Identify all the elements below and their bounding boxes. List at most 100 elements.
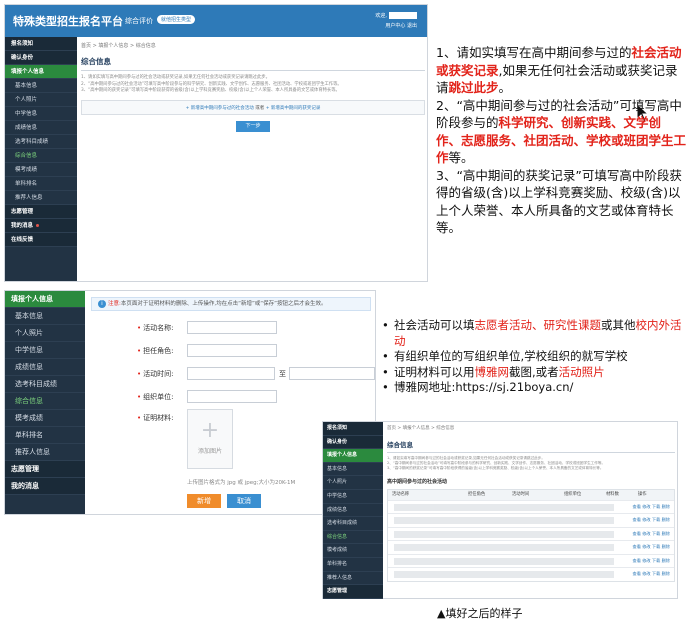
sidebar-item-mock[interactable]: 模考成绩 bbox=[323, 544, 383, 558]
sidebar-item-mock[interactable]: 模考成绩 bbox=[5, 410, 85, 427]
sidebar-item-messages[interactable]: 我的消息 bbox=[5, 219, 77, 233]
sidebar-item-grades[interactable]: 成绩信息 bbox=[5, 359, 85, 376]
explanation-3: 3、“高中期间的获奖记录”可填写高中阶段获得的省级(含)以上学科竞赛奖励、校级(… bbox=[436, 167, 682, 236]
explanation-1: 1、请如实填写在高中期间参与过的社会活动或获奖记录,如果无任何社会活动或获奖记录… bbox=[436, 45, 682, 95]
label-activity-name: • 活动名称: bbox=[137, 324, 174, 332]
notice-prefix: 注意: bbox=[108, 301, 121, 307]
cancel-button[interactable]: 取消 bbox=[227, 494, 261, 508]
sidebar-item-rank[interactable]: 单科排名 bbox=[5, 427, 85, 444]
or-text: 或者 bbox=[255, 105, 265, 111]
sidebar-item-referee[interactable]: 推荐人信息 bbox=[323, 572, 383, 586]
type-switch-pill[interactable]: 就他招生类型 bbox=[157, 15, 196, 24]
user-area: 欢迎, 用户中心 退出 bbox=[375, 11, 417, 31]
note-3: 3、“高中期间的获奖记录”可填写高中阶段获得的省级(含)以上学科竞赛奖励、校级(… bbox=[81, 88, 340, 93]
sidebar-item-elective[interactable]: 选考科目成绩 bbox=[5, 135, 77, 149]
sidebar-item-identity[interactable]: 确认身份 bbox=[323, 435, 383, 450]
username-box bbox=[389, 12, 417, 19]
sidebar-item-basic[interactable]: 基本信息 bbox=[5, 79, 77, 93]
sidebar-item-comprehensive[interactable]: 综合信息 bbox=[5, 149, 77, 163]
upload-hint: 上传图片格式为 jpg 或 jpeg;大小为20K-1M bbox=[187, 480, 296, 486]
breadcrumb: 首页 > 填报个人信息 > 综合信息 bbox=[387, 426, 455, 431]
add-award-link[interactable]: + 新增高中期间的获奖记录 bbox=[266, 106, 321, 111]
time-start-input[interactable] bbox=[187, 367, 275, 380]
sidebar-item-elective[interactable]: 选考科目成绩 bbox=[323, 517, 383, 531]
sidebar-item-referee[interactable]: 推荐人信息 bbox=[5, 444, 85, 461]
activity-name-input[interactable] bbox=[187, 321, 277, 334]
sidebar-item-photo[interactable]: 个人照片 bbox=[323, 476, 383, 490]
sidebar-item-volunteer[interactable]: 志愿管理 bbox=[323, 585, 383, 599]
label-role: • 担任角色: bbox=[137, 347, 174, 355]
sidebar-item-elective[interactable]: 选考科目成绩 bbox=[5, 376, 85, 393]
table-row: 查看 修改 下载 删除 bbox=[388, 526, 674, 541]
sidebar-item-rank[interactable]: 单科排名 bbox=[323, 558, 383, 572]
sidebar-item-personal-info[interactable]: 填报个人信息 bbox=[5, 65, 77, 79]
sidebar-item-guide[interactable]: 报名须知 bbox=[5, 37, 77, 51]
label-time: • 活动时间: bbox=[137, 370, 174, 378]
top-bar: 特殊类型招生报名平台 综合评价 就他招生类型 欢迎, 用户中心 退出 bbox=[5, 5, 427, 37]
explanation-2: 2、“高中期间参与过的社会活动”可填写高中阶段参与的科学研究、创新实践、文学创作… bbox=[436, 97, 687, 166]
filled-example-screenshot: 报名须知 确认身份 填报个人信息 基本信息 个人照片 中学信息 成绩信息 选考科… bbox=[322, 421, 678, 599]
unread-dot-icon bbox=[36, 224, 40, 227]
org-input[interactable] bbox=[187, 390, 277, 403]
sidebar-item-school[interactable]: 中学信息 bbox=[5, 107, 77, 121]
role-input[interactable] bbox=[187, 344, 277, 357]
sidebar-item-comprehensive[interactable]: 综合信息 bbox=[323, 531, 383, 545]
form-screenshot: 填报个人信息 基本信息 个人照片 中学信息 成绩信息 选考科目成绩 综合信息 模… bbox=[4, 290, 376, 515]
upload-image-button[interactable]: + 添加图片 bbox=[187, 409, 233, 469]
table-title: 高中期间参与过的社会活动 bbox=[387, 478, 448, 485]
sidebar-item-identity[interactable]: 确认身份 bbox=[5, 51, 77, 65]
welcome-label: 欢迎, bbox=[375, 13, 387, 19]
info-icon: i bbox=[98, 299, 106, 308]
nav-comprehensive[interactable]: 综合评价 bbox=[125, 16, 153, 26]
sidebar: 报名须知 确认身份 填报个人信息 基本信息 个人照片 中学信息 成绩信息 选考科… bbox=[5, 37, 77, 281]
sidebar-item-referee[interactable]: 推荐人信息 bbox=[5, 191, 77, 205]
sidebar-item-grades[interactable]: 成绩信息 bbox=[323, 504, 383, 518]
sidebar-item-grades[interactable]: 成绩信息 bbox=[5, 121, 77, 135]
label-proof: • 证明材料: bbox=[137, 414, 174, 422]
time-end-input[interactable] bbox=[289, 367, 375, 380]
explanation-text: 1、请如实填写在高中期间参与过的社会活动或获奖记录,如果无任何社会活动或获奖记录… bbox=[436, 44, 686, 237]
sidebar-item-personal-info[interactable]: 填报个人信息 bbox=[5, 291, 85, 308]
user-links[interactable]: 用户中心 退出 bbox=[385, 23, 417, 29]
upload-label: 添加图片 bbox=[197, 448, 222, 455]
sidebar-item-photo[interactable]: 个人照片 bbox=[5, 93, 77, 107]
sidebar-item-volunteer[interactable]: 志愿管理 bbox=[5, 205, 77, 219]
table-row: 查看 修改 下载 删除 bbox=[388, 499, 674, 514]
section-title: 综合信息 bbox=[81, 53, 425, 71]
activities-table: 活动名称 担任角色 活动时间 组织单位 材料数 操作 查看 修改 下载 删除 查… bbox=[387, 488, 675, 582]
breadcrumb: 首页 > 填报个人信息 > 综合信息 bbox=[81, 43, 156, 49]
row-ops[interactable]: 查看 修改 下载 删除 bbox=[633, 544, 671, 550]
notice-text: 本页面对于证明材料的删除、上传操作,均在点击“新增”或“保存”按钮之后才会生效。 bbox=[120, 301, 327, 307]
sidebar-item-mock[interactable]: 模考成绩 bbox=[5, 163, 77, 177]
sidebar-item-school[interactable]: 中学信息 bbox=[5, 342, 85, 359]
table-row: 查看 修改 下载 删除 bbox=[388, 540, 674, 554]
time-separator: 至 bbox=[279, 370, 286, 378]
add-activity-link[interactable]: + 新增高中期间参与过的社会活动 bbox=[186, 106, 254, 111]
add-button[interactable]: 新增 bbox=[187, 494, 221, 508]
main-content: 首页 > 填报个人信息 > 综合信息 综合信息 1、请如实填写高中期间参与过的社… bbox=[81, 41, 425, 279]
row-ops[interactable]: 查看 修改 下载 删除 bbox=[633, 504, 671, 510]
main-content: 首页 > 填报个人信息 > 综合信息 综合信息 1、请如实填写高中期间参与过的社… bbox=[387, 424, 675, 582]
sidebar-item-rank[interactable]: 单科排名 bbox=[5, 177, 77, 191]
sidebar-item-volunteer[interactable]: 志愿管理 bbox=[5, 461, 85, 478]
sidebar-item-basic[interactable]: 基本信息 bbox=[5, 308, 85, 325]
table-row: 查看 修改 下载 删除 bbox=[388, 567, 674, 581]
row-ops[interactable]: 查看 修改 下载 删除 bbox=[633, 531, 671, 537]
tip-4: 博雅网地址:https://sj.21boya.cn/ bbox=[380, 380, 686, 396]
sidebar-item-photo[interactable]: 个人照片 bbox=[5, 325, 85, 342]
section-title: 综合信息 bbox=[387, 436, 675, 453]
sidebar-item-school[interactable]: 中学信息 bbox=[323, 490, 383, 504]
tip-3: 证明材料可以用博雅网截图,或者活动照片 bbox=[380, 365, 686, 381]
sidebar-item-basic[interactable]: 基本信息 bbox=[323, 463, 383, 477]
platform-screenshot-top: 特殊类型招生报名平台 综合评价 就他招生类型 欢迎, 用户中心 退出 报名须知 … bbox=[4, 4, 428, 282]
sidebar-item-personal-info[interactable]: 填报个人信息 bbox=[323, 449, 383, 463]
row-ops[interactable]: 查看 修改 下载 删除 bbox=[633, 571, 671, 577]
sidebar-item-messages[interactable]: 我的消息 bbox=[5, 478, 85, 495]
next-button[interactable]: 下一步 bbox=[236, 120, 270, 132]
sidebar-item-feedback[interactable]: 在线反馈 bbox=[5, 233, 77, 247]
row-ops[interactable]: 查看 修改 下载 删除 bbox=[633, 558, 671, 564]
sidebar-item-comprehensive[interactable]: 综合信息 bbox=[5, 393, 85, 410]
row-ops[interactable]: 查看 修改 下载 删除 bbox=[633, 517, 671, 523]
add-records-box: + 新增高中期间参与过的社会活动 或者 + 新增高中期间的获奖记录 bbox=[81, 99, 425, 115]
sidebar-item-guide[interactable]: 报名须知 bbox=[323, 422, 383, 436]
